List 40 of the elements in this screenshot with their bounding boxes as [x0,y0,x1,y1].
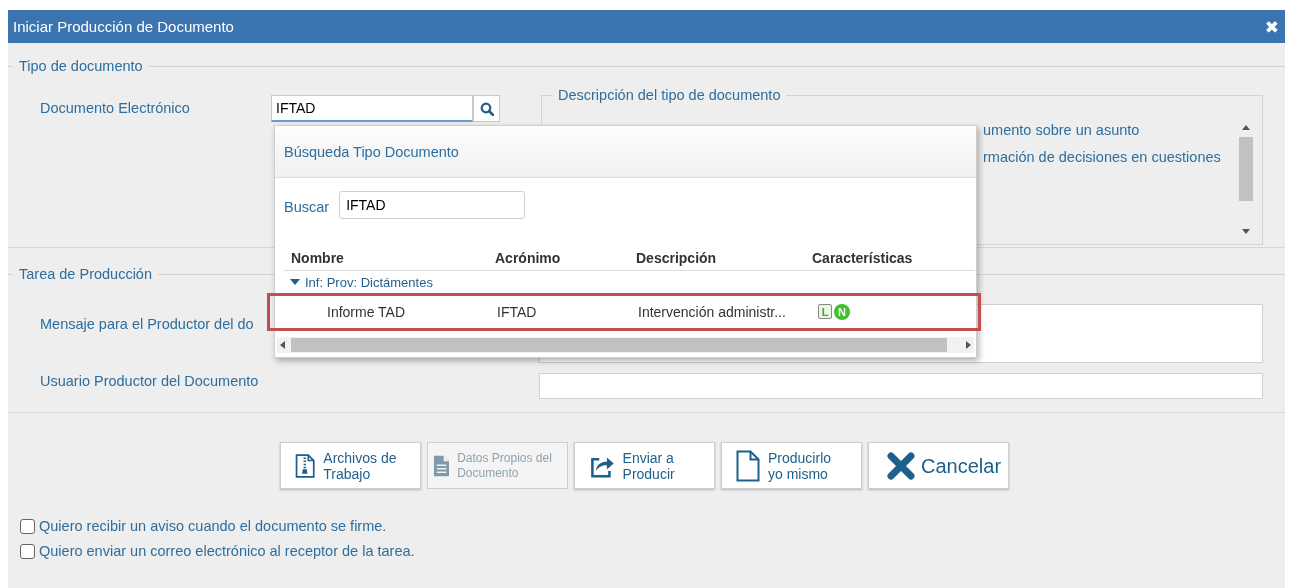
group-label[interactable]: Inf: Prov: Dictámentes [305,274,433,290]
description-text: rmación de decisiones en cuestiones [983,149,1221,165]
column-header[interactable]: Acrónimo [495,249,636,266]
search-label: Buscar [284,198,330,215]
field-label: Mensaje para el Productor del do [39,315,255,332]
close-button[interactable]: ✖ [1264,16,1279,37]
search-field[interactable]: IFTAD [339,191,526,219]
expand-triangle-icon[interactable] [290,279,300,285]
user-field[interactable] [539,373,1263,399]
dialog-title: Iniciar Producción de Documento [13,18,234,35]
table-cell-text: IFTAD [497,304,538,320]
column-header[interactable]: Nombre [284,249,495,266]
column-header[interactable]: Descripción [636,249,812,266]
column-header[interactable]: Características [812,249,975,266]
table-cell-text: Intervención administr... [638,304,787,320]
description-text: umento sobre un asunto [983,122,1140,138]
blank-page-icon [736,449,760,482]
field-label: Documento Electrónico [39,99,191,118]
action-button[interactable]: Cancelar [868,442,1009,489]
checkbox[interactable] [20,518,35,534]
checkbox[interactable] [20,543,35,559]
section-legend: Tipo de documento [13,58,149,74]
feature-badge: N [834,304,850,320]
section-legend: Descripción del tipo de documento [552,87,787,103]
action-button[interactable]: Archivos de Trabajo [280,442,421,489]
checkbox-label: Quiero enviar un correo electrónico al receptor de la tarea. [39,543,415,559]
checkbox-label: Quiero recibir un aviso cuando el documento se firme. [39,518,387,534]
search-button[interactable] [473,95,500,122]
horizontal-scrollbar[interactable] [277,337,974,353]
popup-title: Búsqueda Tipo Documento [284,143,459,160]
feature-badge: L [818,304,832,319]
highlighted-row[interactable]: Informe TAD IFTAD Intervención administr... L N [267,293,981,331]
table-cell-text: Informe TAD [326,304,407,320]
section-legend: Tarea de Producción [13,266,158,282]
action-button[interactable]: Enviar a Producir [574,442,715,489]
document-type-field[interactable]: IFTAD [271,95,473,122]
search-icon [479,101,494,116]
field-label: Usuario Productor del Documento [39,373,260,389]
close-icon [887,451,915,480]
action-button[interactable]: Producirlo yo mismo [721,442,862,489]
